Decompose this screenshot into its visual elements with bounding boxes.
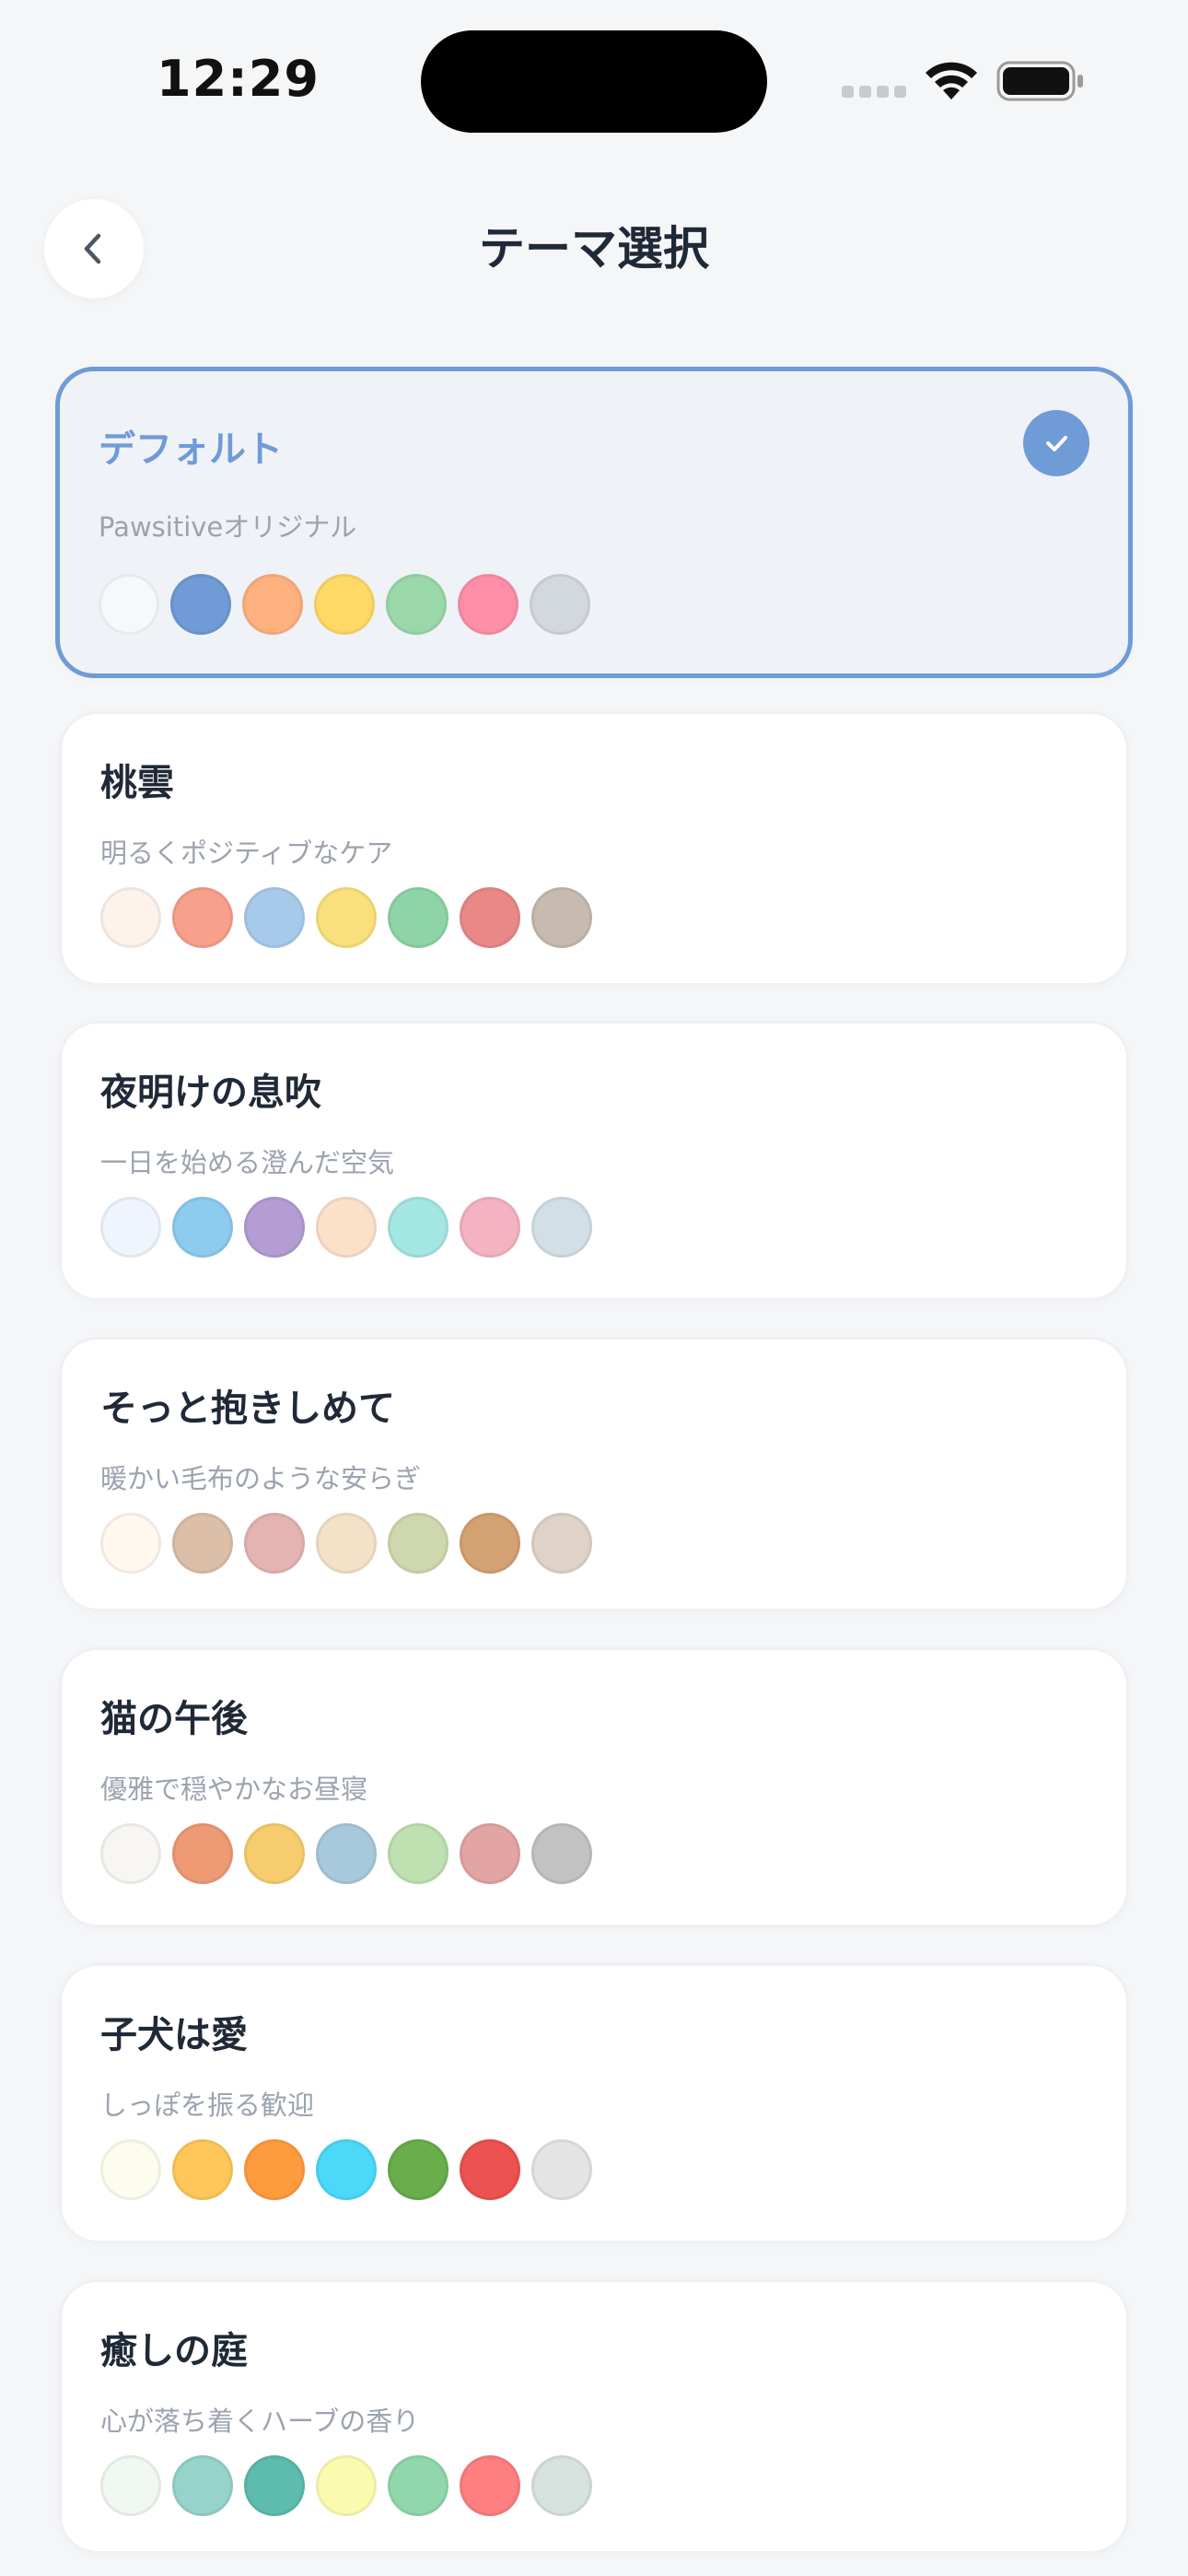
color-swatch [172, 2455, 233, 2516]
color-swatch [172, 2139, 233, 2200]
color-swatch [244, 1513, 305, 1574]
theme-description: 心が落ち着くハーブの香り [100, 2406, 420, 2437]
theme-name: 癒しの庭 [100, 2330, 248, 2372]
color-swatch [100, 887, 161, 948]
color-swatch [172, 1823, 233, 1884]
color-swatch [99, 574, 159, 635]
color-swatch [460, 2139, 520, 2200]
status-time: 12:29 [157, 50, 320, 108]
selected-check-icon [1023, 410, 1089, 476]
status-bar: 12:29 [0, 0, 1188, 157]
color-swatch [316, 1197, 377, 1258]
battery-icon [996, 61, 1083, 101]
color-swatch [388, 1513, 448, 1574]
theme-name: 夜明けの息吹 [100, 1071, 321, 1114]
color-swatch [316, 887, 377, 948]
color-swatch [530, 574, 590, 635]
theme-card[interactable]: そっと抱きしめて暖かい毛布のような安らぎ [59, 1337, 1129, 1611]
color-swatch [460, 1823, 520, 1884]
color-swatches [100, 2139, 603, 2200]
color-swatch [531, 1513, 592, 1574]
color-swatch [100, 1197, 161, 1258]
color-swatch [531, 2139, 592, 2200]
color-swatch [172, 1197, 233, 1258]
color-swatch [531, 1823, 592, 1884]
color-swatch [316, 2455, 377, 2516]
theme-description: 優雅で穏やかなお昼寝 [100, 1774, 368, 1805]
color-swatch [100, 1513, 161, 1574]
color-swatch [172, 887, 233, 948]
cellular-signal-icon [842, 86, 906, 99]
color-swatch [460, 1197, 520, 1258]
color-swatch [531, 1197, 592, 1258]
color-swatches [100, 2455, 603, 2516]
color-swatch [388, 1823, 448, 1884]
color-swatches [100, 1197, 603, 1258]
color-swatch [460, 1513, 520, 1574]
color-swatch [244, 2455, 305, 2516]
theme-card[interactable]: 癒しの庭心が落ち着くハーブの香り [59, 2279, 1129, 2554]
color-swatch [386, 574, 447, 635]
color-swatch [244, 1197, 305, 1258]
theme-description: 一日を始める澄んだ空気 [100, 1147, 395, 1178]
theme-card[interactable]: デフォルト Pawsitiveオリジナル [55, 367, 1133, 678]
color-swatch [458, 574, 518, 635]
color-swatch [100, 1823, 161, 1884]
color-swatch [242, 574, 303, 635]
theme-description: 暖かい毛布のような安らぎ [100, 1463, 422, 1494]
color-swatch [316, 1823, 377, 1884]
color-swatch [460, 887, 520, 948]
color-swatch [316, 1513, 377, 1574]
color-swatch [388, 1197, 448, 1258]
color-swatch [244, 2139, 305, 2200]
color-swatch [170, 574, 231, 635]
color-swatches [100, 887, 603, 948]
theme-description: しっぽを振る歓迎 [100, 2090, 315, 2121]
theme-card[interactable]: 夜明けの息吹一日を始める澄んだ空気 [59, 1021, 1129, 1301]
color-swatch [100, 2139, 161, 2200]
color-swatches [100, 1513, 603, 1574]
color-swatch [388, 887, 448, 948]
theme-name: 桃雲 [100, 762, 174, 804]
theme-card[interactable]: 子犬は愛しっぽを振る歓迎 [59, 1963, 1129, 2243]
page-title: テーマ選択 [479, 222, 709, 275]
dynamic-island [421, 30, 767, 133]
theme-name: 猫の午後 [100, 1698, 248, 1740]
color-swatch [388, 2139, 448, 2200]
color-swatch [244, 1823, 305, 1884]
theme-description: Pawsitiveオリジナル [99, 511, 357, 543]
color-swatch [460, 2455, 520, 2516]
theme-card[interactable]: 桃雲明るくポジティブなケア [59, 711, 1129, 986]
color-swatch [531, 887, 592, 948]
color-swatch [244, 887, 305, 948]
color-swatch [388, 2455, 448, 2516]
wifi-icon [926, 62, 977, 100]
color-swatch [172, 1513, 233, 1574]
color-swatches [99, 574, 601, 635]
color-swatch [100, 2455, 161, 2516]
color-swatches [100, 1823, 603, 1884]
theme-name: そっと抱きしめて [100, 1388, 395, 1430]
theme-selection-screen: 12:29 テーマ選択 デフォルト Pawsitiveオリジナル桃雲明るくポジティ… [0, 0, 1188, 2576]
theme-name: 子犬は愛 [100, 2014, 248, 2056]
color-swatch [314, 574, 375, 635]
theme-name: デフォルト [99, 428, 283, 471]
theme-card[interactable]: 猫の午後優雅で穏やかなお昼寝 [59, 1647, 1129, 1927]
color-swatch [316, 2139, 377, 2200]
color-swatch [531, 2455, 592, 2516]
theme-description: 明るくポジティブなケア [100, 837, 393, 869]
